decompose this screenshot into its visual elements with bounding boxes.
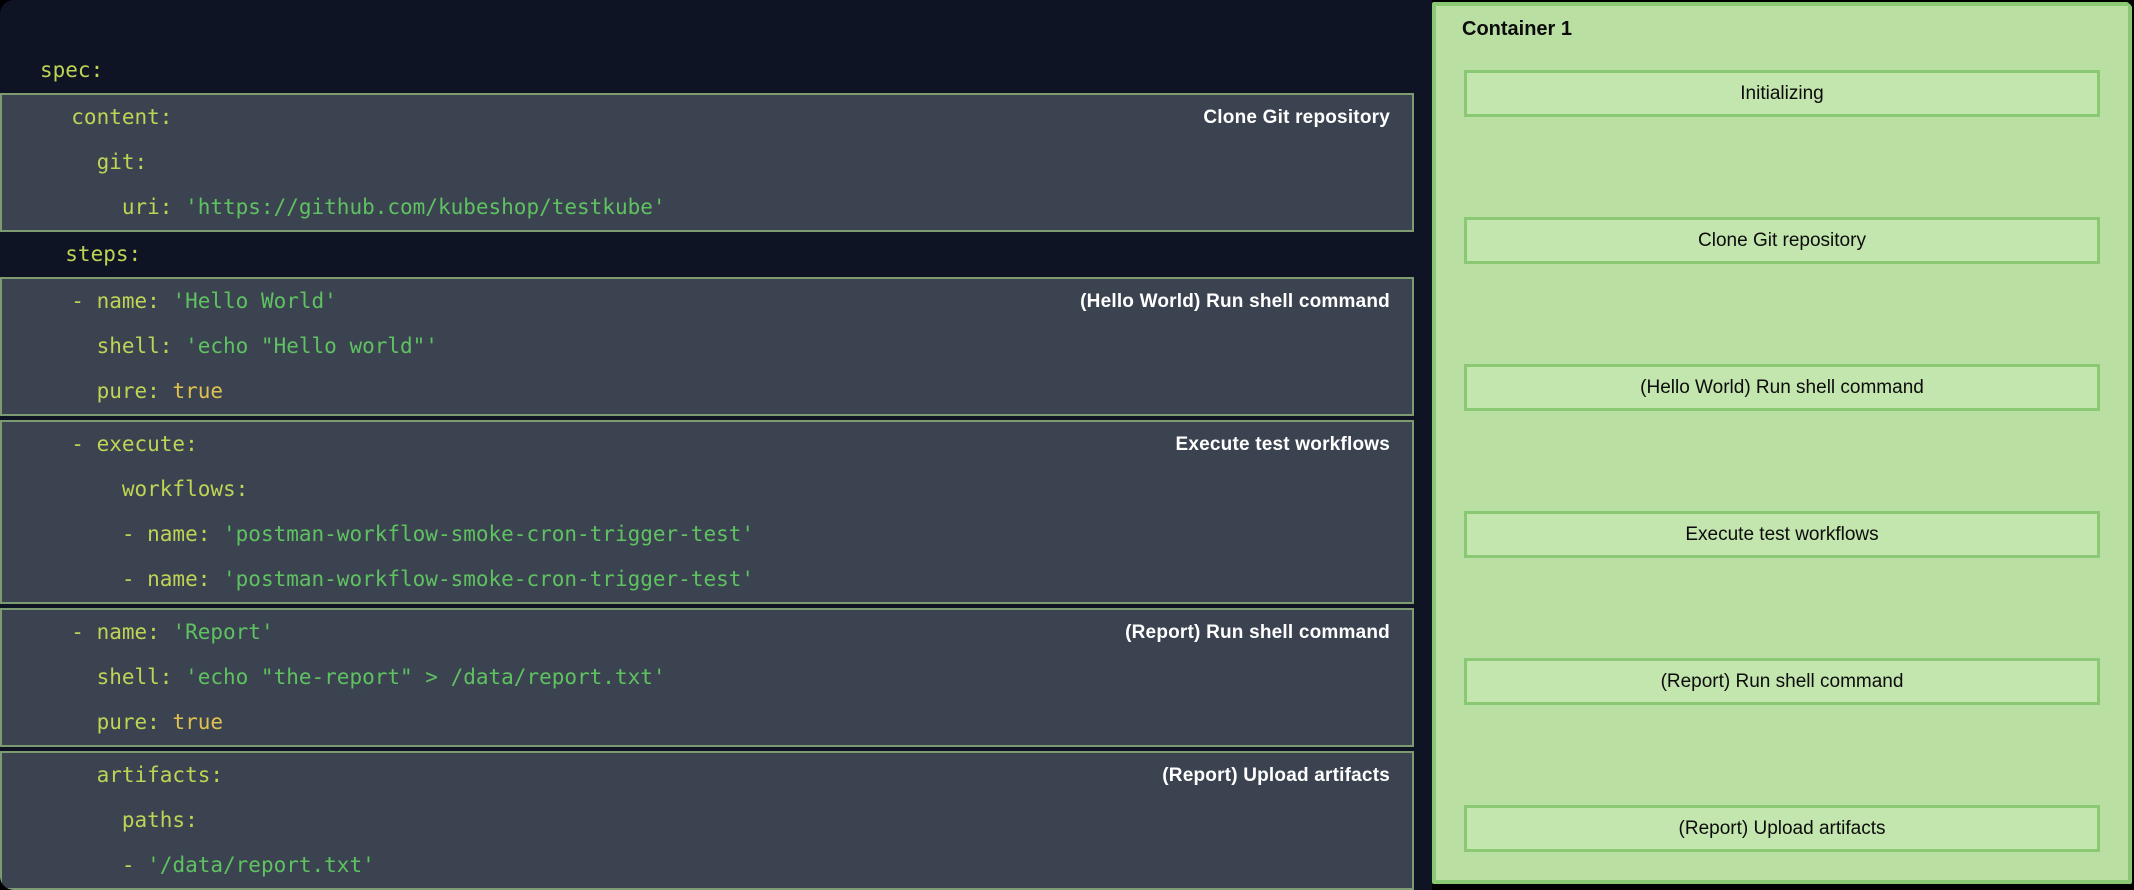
code-line: pure: true [2,700,1412,745]
code-step-block[interactable]: - name: 'Report' shell: 'echo "the-repor… [0,608,1414,747]
yaml-key: content: [46,105,172,129]
workflow-visualizer-window: spec: content: git: uri: 'https://github… [0,0,2134,890]
screenshot-stage: spec: content: git: uri: 'https://github… [0,0,2134,890]
block-step-label: (Report) Run shell command [1125,610,1390,655]
yaml-key: - name: [46,620,172,644]
code-step-block[interactable]: - execute: workflows: - name: 'postman-w… [0,420,1414,604]
yaml-key: uri: [46,195,185,219]
code-line: workflows: [2,467,1412,512]
code-line: - name: 'postman-workflow-smoke-cron-tri… [2,512,1412,557]
step-box-label: Initializing [1740,83,1823,105]
code-line: content: [2,95,1412,140]
code-row: spec: [0,0,1414,93]
yaml-key: git: [46,150,147,174]
yaml-key: - name: [46,567,223,591]
step-box[interactable]: (Hello World) Run shell command [1464,364,2100,411]
yaml-key: shell: [46,665,185,689]
step-box[interactable]: Clone Git repository [1464,217,2100,264]
code-line: spec: [0,48,1414,93]
code-line: shell: 'echo "Hello world"' [2,324,1412,369]
code-row: steps: [0,232,1414,277]
container-panel: Container 1 Initializing Clone Git reposi… [1432,2,2132,884]
yaml-key: spec: [40,58,103,82]
code-step-block[interactable]: - name: 'Hello World' shell: 'echo "Hell… [0,277,1414,416]
step-box-label: Execute test workflows [1685,524,1878,546]
yaml-editor[interactable]: spec: content: git: uri: 'https://github… [0,0,1432,890]
yaml-string: 'https://github.com/kubeshop/testkube' [185,195,665,219]
yaml-string: 'postman-workflow-smoke-cron-trigger-tes… [223,522,754,546]
yaml-string: 'postman-workflow-smoke-cron-trigger-tes… [223,567,754,591]
block-step-label: (Report) Upload artifacts [1162,753,1390,798]
step-box-label: (Report) Upload artifacts [1679,818,1886,840]
step-box[interactable]: (Report) Run shell command [1464,658,2100,705]
yaml-key: - [46,853,147,877]
code-line: git: [2,140,1412,185]
yaml-key: steps: [40,242,141,266]
code-line: uri: 'https://github.com/kubeshop/testku… [2,185,1412,230]
yaml-key: workflows: [46,477,248,501]
code-line: - name: 'postman-workflow-smoke-cron-tri… [2,557,1412,602]
code-line: - '/data/report.txt' [2,843,1412,888]
block-step-label: Execute test workflows [1175,422,1390,467]
yaml-key: shell: [46,334,185,358]
yaml-key: pure: [46,379,172,403]
yaml-key: paths: [46,808,198,832]
block-step-label: Clone Git repository [1203,95,1390,140]
step-box[interactable]: Initializing [1464,70,2100,117]
step-box-label: Clone Git repository [1698,230,1866,252]
code-line: pure: true [2,369,1412,414]
yaml-string: 'Report' [172,620,273,644]
yaml-boolean: true [172,379,223,403]
code-line: steps: [0,232,1414,277]
code-line: paths: [2,798,1412,843]
step-box[interactable]: Execute test workflows [1464,511,2100,558]
yaml-string: 'echo "the-report" > /data/report.txt' [185,665,665,689]
step-box-label: (Hello World) Run shell command [1640,377,1924,399]
block-step-label: (Hello World) Run shell command [1080,279,1390,324]
yaml-string: '/data/report.txt' [147,853,375,877]
yaml-key: - name: [46,522,223,546]
yaml-key: artifacts: [46,763,223,787]
yaml-key: pure: [46,710,172,734]
yaml-string: 'Hello World' [172,289,336,313]
yaml-key: - name: [46,289,172,313]
container-title: Container 1 [1462,18,1572,41]
code-step-block[interactable]: content: git: uri: 'https://github.com/k… [0,93,1414,232]
code-step-block[interactable]: artifacts: paths: - '/data/report.txt' (R… [0,751,1414,890]
yaml-key: - execute: [46,432,198,456]
step-box[interactable]: (Report) Upload artifacts [1464,805,2100,852]
yaml-string: 'echo "Hello world"' [185,334,438,358]
step-box-label: (Report) Run shell command [1661,671,1904,693]
yaml-boolean: true [172,710,223,734]
code-line: shell: 'echo "the-report" > /data/report… [2,655,1412,700]
